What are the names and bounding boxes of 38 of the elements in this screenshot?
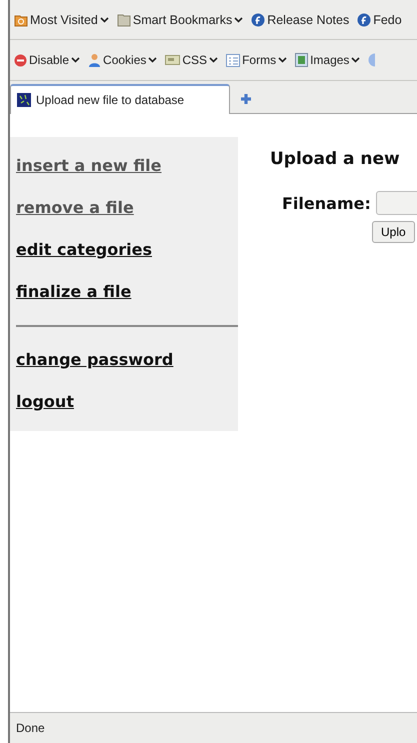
field-label: Filename: (282, 194, 371, 212)
sidebar-link[interactable]: remove a file (16, 198, 134, 218)
caret-icon (71, 57, 80, 63)
browser-tab[interactable]: Upload new file to database (10, 84, 230, 114)
fedora-logo-icon (357, 12, 372, 26)
sidebar-link[interactable]: insert a new file (16, 156, 162, 176)
caret-icon (100, 16, 109, 22)
caret-icon (278, 57, 288, 63)
sidebar-link[interactable]: edit categories (16, 240, 152, 260)
bookmark-item[interactable]: Smart Bookmarks (116, 12, 244, 26)
stop-icon (14, 54, 27, 66)
person-icon (88, 53, 102, 67)
sidebar-link[interactable]: change password (16, 350, 174, 370)
new-tab-icon[interactable] (240, 93, 252, 105)
folder-icon (116, 12, 131, 26)
caret-icon (209, 57, 218, 63)
sidebar-link[interactable]: finalize a file (16, 282, 132, 302)
bookmark-item[interactable]: Release Notes (251, 12, 350, 26)
caret-icon (234, 16, 244, 22)
fedora-logo-icon (251, 12, 266, 26)
toolbar-menu[interactable]: Images (295, 53, 360, 67)
upload-button[interactable]: Uplo (372, 221, 415, 243)
toolbar-menu[interactable]: Cookies (88, 53, 158, 67)
caret-icon (148, 57, 158, 63)
toolbar-menu[interactable]: Disable (14, 53, 80, 67)
caret-icon (351, 57, 360, 63)
bookmark-item[interactable]: Fedo (357, 12, 402, 26)
toolbar-menu[interactable]: CSS (165, 53, 218, 67)
page-heading: Upload a new (270, 149, 401, 169)
status-text: Done (16, 721, 45, 735)
toolbar-menu[interactable]: Forms (226, 53, 288, 67)
bookmark-item[interactable]: Most Visited (14, 12, 109, 26)
image-icon (295, 53, 308, 67)
card-icon (165, 54, 180, 66)
sidebar-link[interactable]: logout (16, 392, 74, 412)
form-icon (226, 54, 240, 66)
folder-icon (14, 12, 28, 26)
favicon-icon (17, 93, 31, 107)
